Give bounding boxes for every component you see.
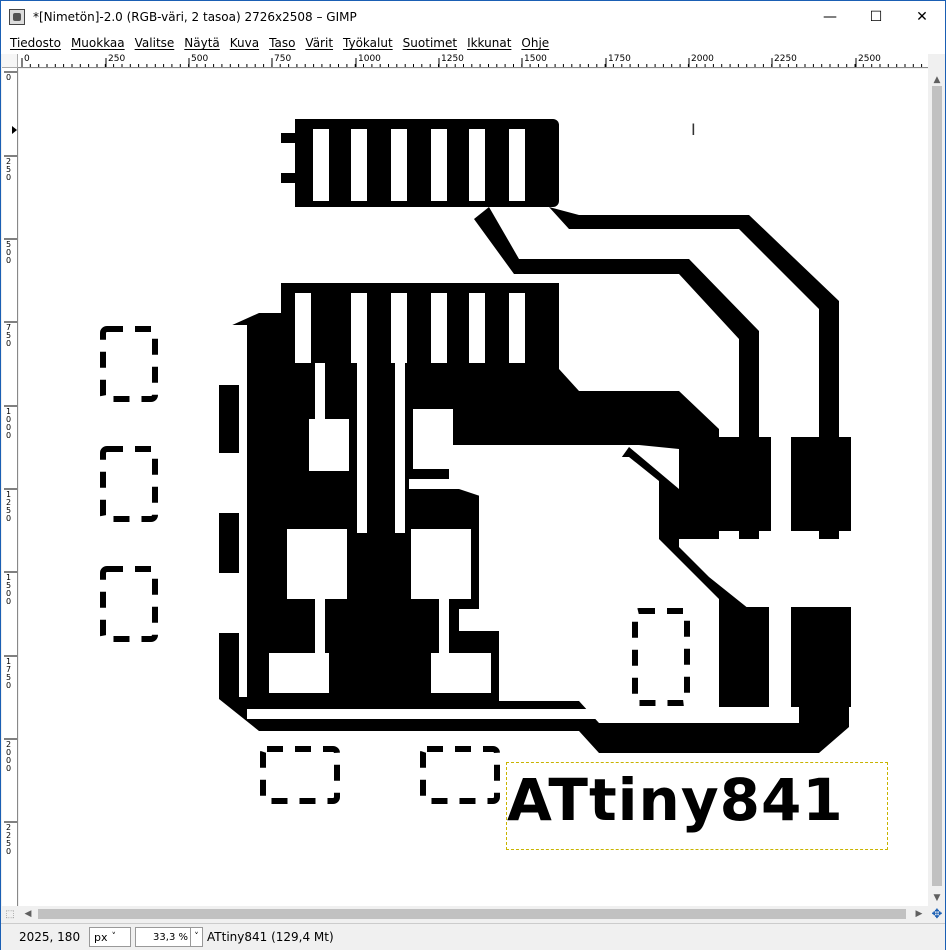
outline-left-3 — [100, 566, 158, 642]
hruler-label: 1250 — [441, 54, 464, 64]
title-bar[interactable]: *[Nimetön]-2.0 (RGB-väri, 2 tasoa) 2726x… — [1, 1, 945, 32]
outline-left-1 — [100, 326, 158, 402]
menu-view[interactable]: Näytä — [179, 36, 225, 50]
hruler-label: 2250 — [774, 54, 797, 64]
window-controls: — ☐ ✕ — [807, 1, 945, 32]
vertical-scroll-thumb[interactable] — [932, 86, 942, 886]
gimp-app-icon[interactable] — [9, 8, 25, 25]
vruler-label: 0 — [6, 73, 12, 82]
hruler-label: 2500 — [858, 54, 881, 64]
maximize-button[interactable]: ☐ — [853, 1, 899, 32]
menu-help[interactable]: Ohje — [516, 36, 554, 50]
maximize-icon: ☐ — [869, 8, 883, 25]
vruler-label: 2250 — [6, 823, 12, 856]
close-button[interactable]: ✕ — [899, 1, 945, 32]
pad-right-upper-1 — [719, 437, 771, 531]
pointer-coordinates: 2025, 180 — [19, 930, 81, 944]
close-icon: ✕ — [916, 8, 928, 25]
menu-file[interactable]: Tiedosto — [5, 36, 66, 50]
vertical-scrollbar[interactable]: ▲ ▼ — [929, 54, 945, 906]
hruler-label: 1500 — [524, 54, 547, 64]
minimize-button[interactable]: — — [807, 1, 853, 32]
hruler-label: 2000 — [691, 54, 714, 64]
navigate-image-icon[interactable]: ✥ — [929, 906, 945, 922]
minimize-icon: — — [823, 8, 837, 25]
horizontal-scroll-thumb[interactable] — [38, 909, 906, 919]
zoom-level-value: 33,3 % — [153, 931, 188, 943]
vertical-ruler[interactable]: 0 250 500 750 1000 1250 1500 1750 2000 2… — [2, 68, 18, 906]
menu-bar: Tiedosto Muokkaa Valitse Näytä Kuva Taso… — [1, 32, 945, 54]
vruler-label: 1250 — [6, 490, 12, 523]
text-cursor-icon: I — [691, 120, 696, 139]
hruler-label: 500 — [191, 54, 209, 64]
menu-image[interactable]: Kuva — [225, 36, 264, 50]
menu-windows[interactable]: Ikkunat — [462, 36, 516, 50]
pad-right-lower-1 — [711, 607, 771, 707]
menu-tools[interactable]: Työkalut — [338, 36, 398, 50]
zoom-level-input[interactable]: 33,3 % — [135, 927, 191, 947]
menu-select[interactable]: Valitse — [130, 36, 180, 50]
menu-colors[interactable]: Värit — [300, 36, 338, 50]
zoom-dropdown-chevron-icon[interactable]: ˅ — [191, 927, 203, 947]
ruler-corner[interactable] — [2, 54, 18, 68]
active-layer-info: ATtiny841 (129,4 Mt) — [207, 930, 334, 944]
image-canvas[interactable]: ATtiny841 I — [19, 69, 928, 906]
vruler-label: 1750 — [6, 657, 12, 690]
unit-select[interactable]: px ˅ — [89, 927, 131, 947]
hruler-label: 1750 — [608, 54, 631, 64]
status-bar: 2025, 180 px ˅ 33,3 % ˅ ATtiny841 (129,4… — [1, 923, 945, 950]
pad-right-lower-2 — [791, 607, 851, 707]
outline-bottom-1 — [260, 746, 340, 804]
menu-filters[interactable]: Suotimet — [398, 36, 462, 50]
vruler-label: 500 — [6, 240, 12, 265]
menu-layer[interactable]: Taso — [264, 36, 300, 50]
pcb-label-text: ATtiny841 — [507, 766, 844, 834]
text-layer-frame[interactable]: ATtiny841 — [506, 762, 888, 850]
chevron-down-icon: ˅ — [111, 932, 117, 942]
horizontal-ruler[interactable]: 0 250 500 750 1000 1250 1500 1750 2000 2… — [18, 54, 928, 68]
unit-select-value: px — [94, 930, 108, 944]
vruler-label: 2000 — [6, 740, 12, 773]
vertical-ruler-ticks — [4, 71, 17, 823]
gimp-window: *[Nimetön]-2.0 (RGB-väri, 2 tasoa) 2726x… — [0, 0, 946, 950]
hruler-label: 0 — [24, 54, 30, 64]
scroll-left-arrow-icon[interactable]: ◀ — [20, 906, 36, 922]
vruler-label: 1000 — [6, 407, 12, 440]
menu-edit[interactable]: Muokkaa — [66, 36, 130, 50]
pad-right-upper-2 — [791, 437, 851, 531]
quick-mask-toggle-icon[interactable]: ⬚ — [2, 906, 18, 922]
outline-bottom-2 — [420, 746, 500, 804]
vruler-label: 1500 — [6, 573, 12, 606]
horizontal-scrollbar[interactable]: ◀ ▶ — [18, 906, 929, 922]
scroll-down-arrow-icon[interactable]: ▼ — [929, 890, 945, 906]
scroll-right-arrow-icon[interactable]: ▶ — [911, 906, 927, 922]
window-title: *[Nimetön]-2.0 (RGB-väri, 2 tasoa) 2726x… — [33, 9, 357, 24]
vruler-label: 750 — [6, 323, 12, 348]
vruler-label: 250 — [6, 157, 12, 182]
outline-left-2 — [100, 446, 158, 522]
hruler-label: 750 — [274, 54, 292, 64]
hruler-label: 250 — [108, 54, 126, 64]
hruler-label: 1000 — [358, 54, 381, 64]
